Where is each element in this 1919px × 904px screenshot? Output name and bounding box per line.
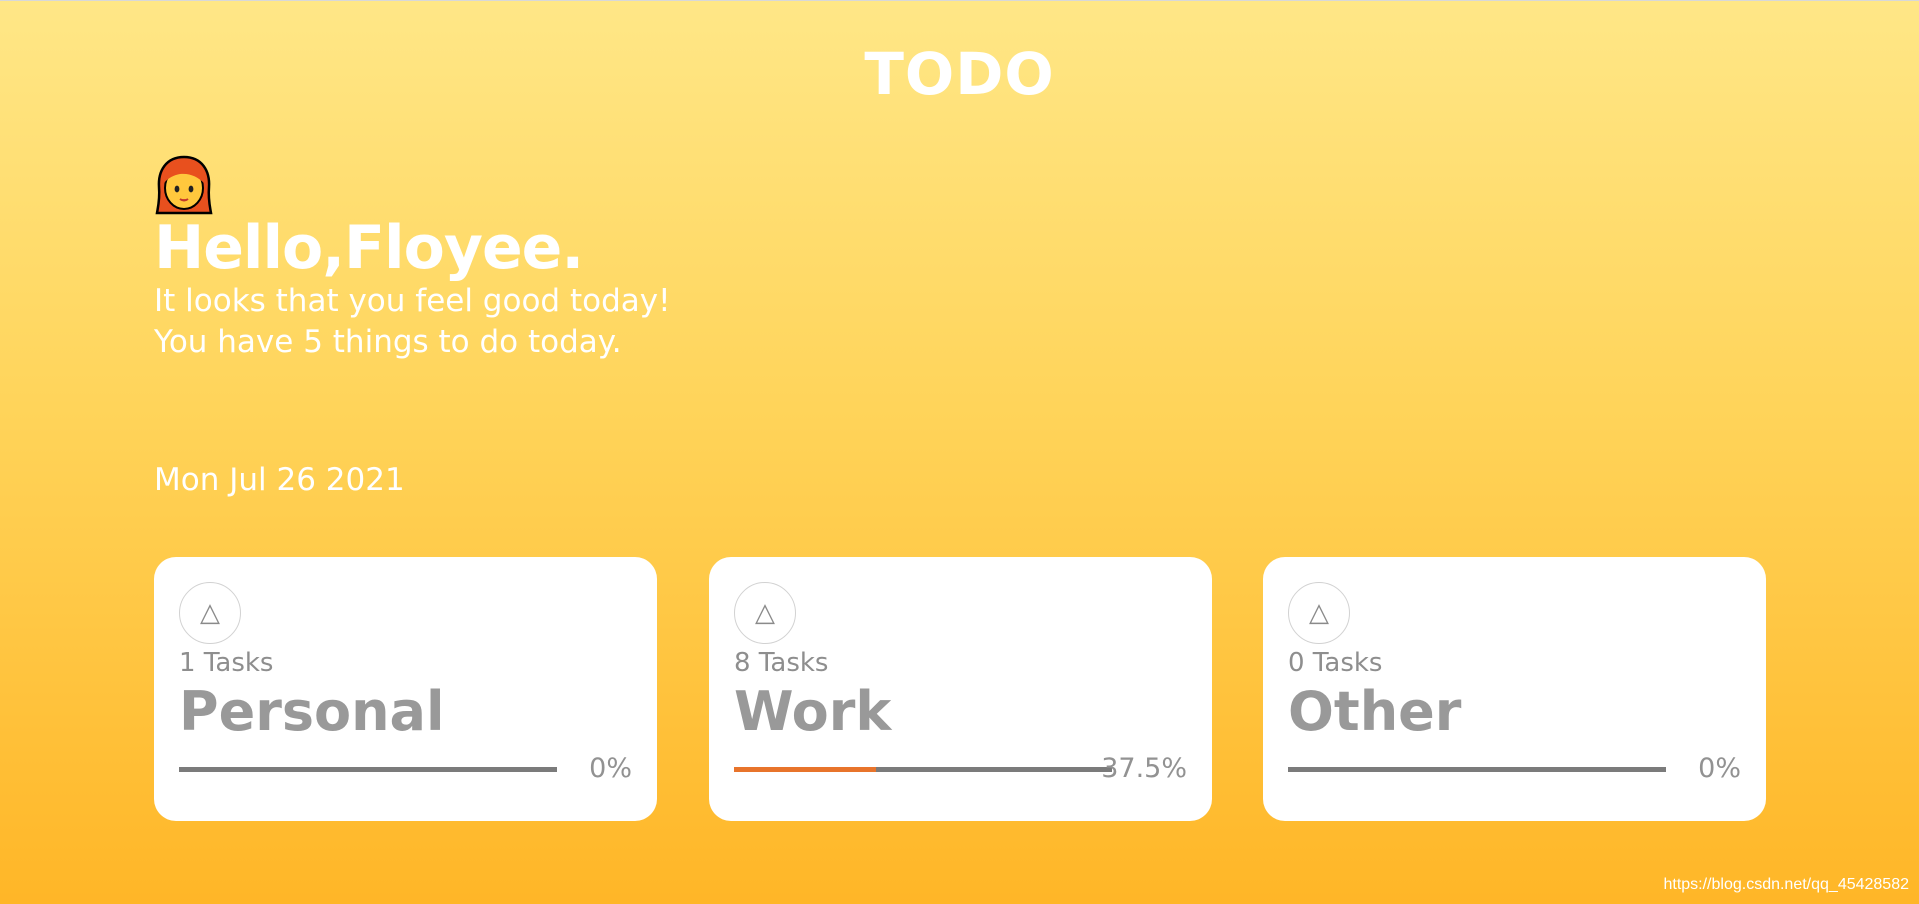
greeting-task-summary: You have 5 things to do today. (154, 324, 622, 360)
greeting-section: Hello,Floyee. It looks that you feel goo… (154, 155, 671, 363)
top-divider (0, 0, 1919, 1)
progress-percent: 0% (1698, 753, 1741, 784)
progress-bar (734, 767, 1112, 772)
progress-bar (179, 767, 557, 772)
progress-percent: 37.5% (1101, 753, 1187, 784)
category-card-personal[interactable]: △ 1 Tasks Personal 0% (154, 557, 657, 821)
woman-red-hair-emoji-icon (155, 155, 213, 215)
progress-fill (734, 767, 876, 772)
triangle-icon: △ (179, 582, 241, 644)
progress-percent: 0% (589, 753, 632, 784)
greeting-mood-text: It looks that you feel good today! (154, 283, 671, 319)
app-title: TODO (864, 40, 1055, 108)
category-card-work[interactable]: △ 8 Tasks Work 37.5% (709, 557, 1212, 821)
triangle-icon: △ (734, 582, 796, 644)
category-name: Other (1288, 680, 1462, 743)
category-name: Work (734, 680, 892, 743)
task-count: 0 Tasks (1288, 648, 1383, 678)
watermark-url: https://blog.csdn.net/qq_45428582 (1663, 876, 1909, 893)
triangle-icon: △ (1288, 582, 1350, 644)
category-card-other[interactable]: △ 0 Tasks Other 0% (1263, 557, 1766, 821)
category-name: Personal (179, 680, 445, 743)
progress-bar (1288, 767, 1666, 772)
task-count: 8 Tasks (734, 648, 829, 678)
current-date: Mon Jul 26 2021 (154, 462, 405, 498)
greeting-heading: Hello,Floyee. (154, 213, 584, 283)
task-count: 1 Tasks (179, 648, 274, 678)
